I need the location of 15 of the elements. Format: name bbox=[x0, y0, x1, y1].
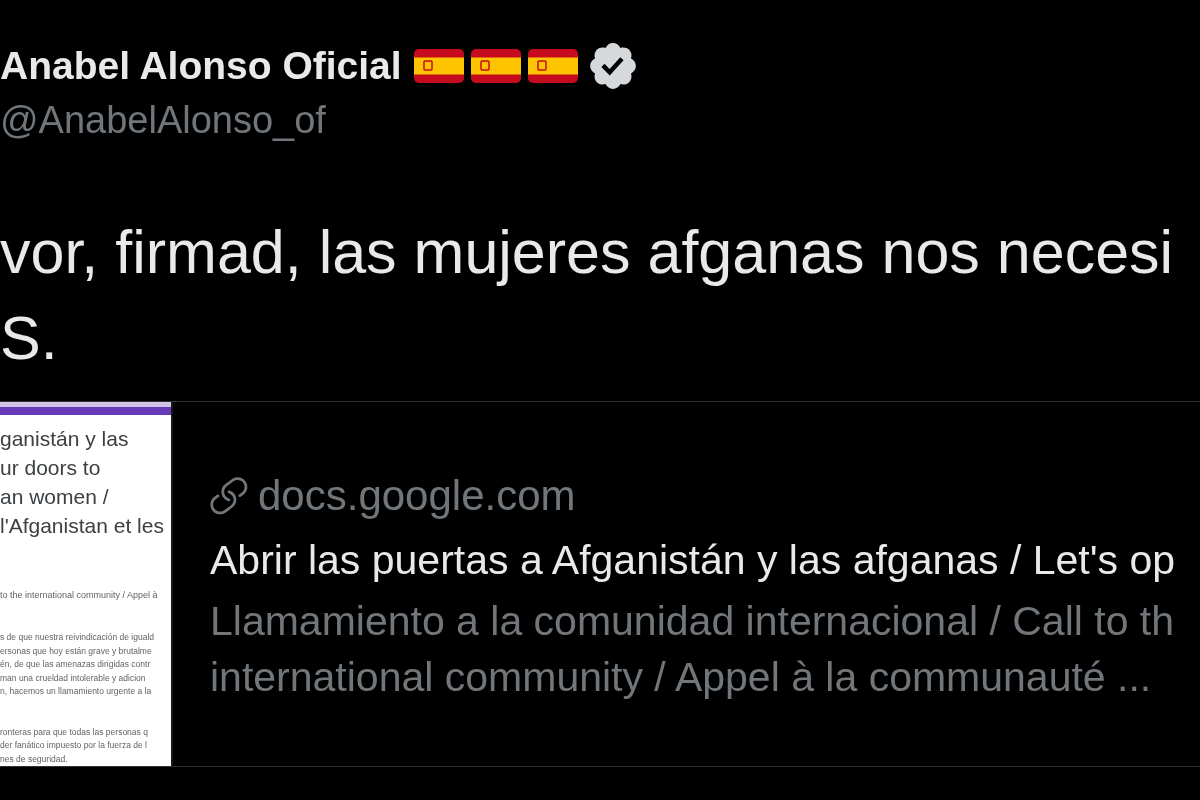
spain-flag-icon bbox=[413, 49, 464, 83]
document-paragraph: ronteras para que todas las personas q der fanático impuesto por la fuerza de l nes de seguridad. bbox=[0, 725, 148, 766]
spain-flag-icon bbox=[527, 49, 578, 83]
display-name[interactable]: Anabel Alonso Oficial bbox=[0, 43, 402, 89]
link-title: Abrir las puertas a Afganistán y las afganas / Let's op bbox=[210, 536, 1176, 584]
document-subtitle: to the international community / Appel à bbox=[0, 590, 158, 600]
document-paragraph: s de que nuestra reivindicación de iguald ersonas que hoy están grave y brutalme én, de que las amenazas dirigidas contr man una crueldad intolerable y adicion n, hacemos un llamamiento urgente a la bbox=[0, 631, 155, 698]
link-description: Llamamiento a la comunidad internacional / Call to th international community / Appel à la communauté ... bbox=[210, 597, 1175, 702]
user-handle[interactable]: @AnabelAlonso_of bbox=[0, 97, 326, 143]
link-card[interactable] bbox=[0, 401, 1200, 767]
tweet-text: vor, firmad, las mujeres afganas nos necesi S. bbox=[0, 217, 1174, 374]
spain-flag-icon bbox=[470, 49, 521, 83]
link-icon bbox=[210, 477, 248, 515]
link-domain: docs.google.com bbox=[258, 472, 576, 520]
document-title: ganistán y las ur doors to an women / l'Afganistan et les bbox=[0, 426, 164, 539]
